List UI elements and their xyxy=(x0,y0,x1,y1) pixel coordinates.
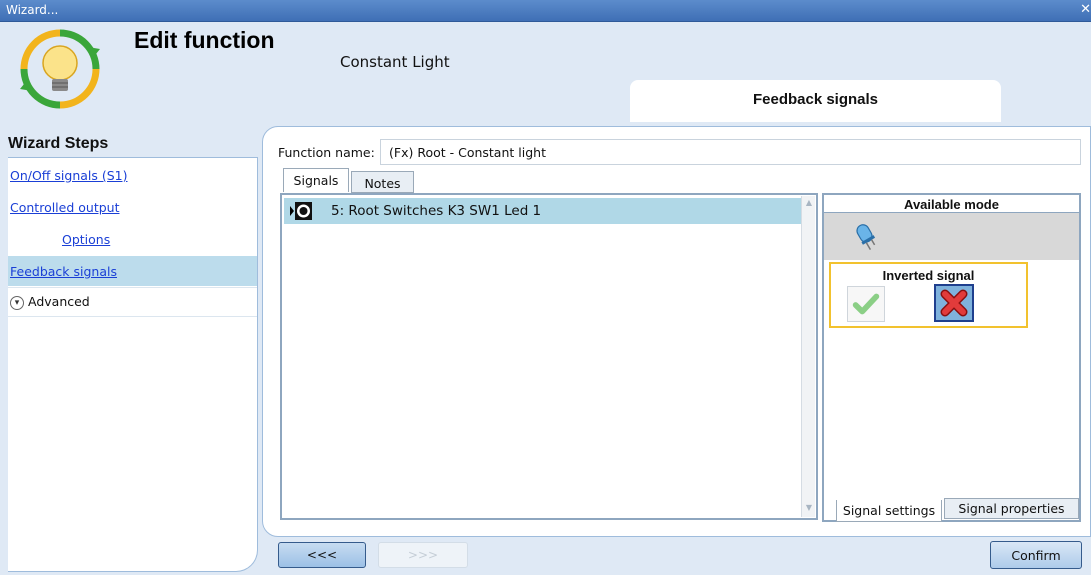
wizard-steps-heading: Wizard Steps xyxy=(8,135,109,152)
close-x-icon xyxy=(940,289,968,317)
lightbulb-cycle-icon xyxy=(20,29,100,109)
signals-list: 5: Root Switches K3 SW1 Led 1 ▲ ▼ xyxy=(280,193,818,520)
window-titlebar: Wizard... ✕ xyxy=(0,0,1091,22)
sidebar-item-label: Advanced xyxy=(28,294,90,309)
feedback-mode-icon[interactable] xyxy=(849,219,883,253)
signal-settings-panel: Available mode Inverted signal Signal se xyxy=(822,193,1081,522)
sidebar-item-options[interactable]: Options xyxy=(8,224,257,254)
back-button[interactable]: <<< xyxy=(278,542,366,568)
function-name-input[interactable] xyxy=(380,139,1081,165)
tab-signal-properties[interactable]: Signal properties xyxy=(944,498,1079,519)
current-step-label: Feedback signals xyxy=(752,91,879,108)
list-scrollbar[interactable]: ▲ ▼ xyxy=(801,196,815,517)
sidebar-item-controlled-output[interactable]: Controlled output xyxy=(8,192,257,222)
forward-button[interactable]: >>> xyxy=(378,542,468,568)
list-item[interactable]: 5: Root Switches K3 SW1 Led 1 xyxy=(284,198,801,224)
sidebar-item-label[interactable]: Feedback signals xyxy=(10,264,117,279)
available-mode-area xyxy=(824,213,1079,260)
sidebar-item-feedback-signals[interactable]: Feedback signals xyxy=(8,256,257,286)
chevron-down-icon[interactable]: ▾ xyxy=(10,295,24,310)
close-icon[interactable]: ✕ xyxy=(1080,2,1091,17)
inverted-no-button[interactable] xyxy=(934,284,974,322)
sidebar-item-label[interactable]: On/Off signals (S1) xyxy=(10,168,128,183)
inverted-yes-button[interactable] xyxy=(847,286,885,322)
tab-signal-settings[interactable]: Signal settings xyxy=(836,500,942,522)
inverted-signal-group: Inverted signal xyxy=(829,262,1028,328)
signal-led-icon xyxy=(290,202,312,220)
function-name-label: Function name: xyxy=(278,145,375,160)
tab-signals[interactable]: Signals xyxy=(283,168,349,192)
wizard-steps-sidebar: On/Off signals (S1) Controlled output Op… xyxy=(8,157,258,572)
available-mode-heading: Available mode xyxy=(824,195,1079,213)
confirm-button[interactable]: Confirm xyxy=(990,541,1082,569)
sidebar-item-label[interactable]: Options xyxy=(62,232,110,247)
scroll-down-icon[interactable]: ▼ xyxy=(803,503,815,515)
page-title: Edit function xyxy=(134,27,275,53)
check-icon xyxy=(852,293,880,315)
window-title: Wizard... xyxy=(6,3,59,17)
inverted-signal-heading: Inverted signal xyxy=(882,268,975,283)
current-step-tab: Feedback signals xyxy=(630,80,1001,122)
sidebar-item-label[interactable]: Controlled output xyxy=(10,200,120,215)
sidebar-item-onoff-signals[interactable]: On/Off signals (S1) xyxy=(8,160,257,190)
sidebar-item-advanced[interactable]: ▾ Advanced xyxy=(8,287,257,317)
function-type-label: Constant Light xyxy=(340,53,450,71)
wizard-header: Edit function Constant Light Feedback si… xyxy=(0,22,1091,134)
scroll-up-icon[interactable]: ▲ xyxy=(803,198,815,210)
signal-label: 5: Root Switches K3 SW1 Led 1 xyxy=(331,203,542,219)
tab-notes[interactable]: Notes xyxy=(351,171,414,193)
